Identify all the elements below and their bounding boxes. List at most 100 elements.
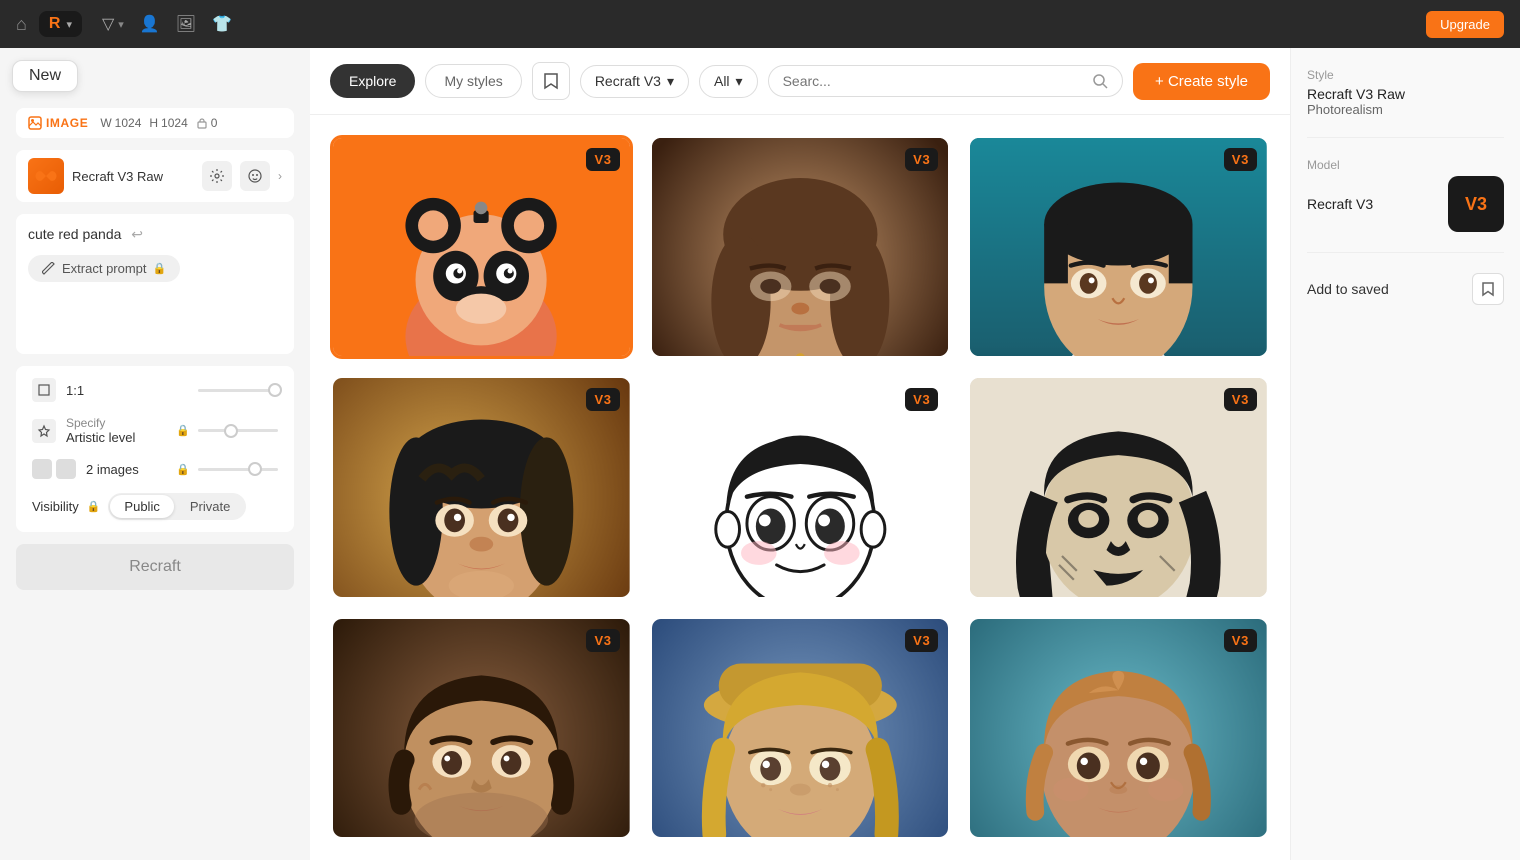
model-thumbnail xyxy=(28,158,64,194)
v3-badge-vector-art: V3 xyxy=(1224,148,1257,171)
v3-badge-linocut: V3 xyxy=(1224,388,1257,411)
style-section-label: Style xyxy=(1307,68,1504,82)
style-card-photorealism[interactable]: V3 Photorealism xyxy=(649,135,952,359)
upgrade-button[interactable]: Upgrade xyxy=(1426,11,1504,38)
width-value[interactable]: 1024 xyxy=(115,116,142,130)
model-dropdown-chevron: ▾ xyxy=(667,73,674,90)
style-card-image-illustration: V3 xyxy=(333,378,630,599)
model-row: Recraft V3 V3 xyxy=(1307,176,1504,232)
style-card-image-realistic-male: V3 xyxy=(333,619,630,840)
public-button[interactable]: Public xyxy=(110,495,173,518)
filter-dropdown[interactable]: All ▾ xyxy=(699,65,758,98)
images-count-label: 2 images xyxy=(86,462,139,477)
blonde-female-portrait xyxy=(652,619,949,840)
v3-badge-line-fill: V3 xyxy=(905,388,938,411)
model-dropdown-label: Recraft V3 xyxy=(595,73,661,89)
style-card-image-photorealism: V3 xyxy=(652,138,949,359)
ratio-label: 1:1 xyxy=(66,383,180,398)
v3-badge-realistic-male: V3 xyxy=(586,629,619,652)
explore-tab[interactable]: Explore xyxy=(330,64,415,98)
style-card-image-vector-art: V3 xyxy=(970,138,1267,359)
topbar: ⌂ R ▾ ▽ ▾ 👤 🖼 👕 Upgrade xyxy=(0,0,1520,48)
add-to-saved-button[interactable] xyxy=(1472,273,1504,305)
height-label: H xyxy=(149,116,158,130)
left-panel: New IMAGE W 1024 H 1024 0 xyxy=(0,48,310,860)
topbar-tools: ▽ ▾ 👤 🖼 👕 xyxy=(102,14,232,34)
search-input[interactable] xyxy=(783,73,1084,89)
style-card-blonde-female[interactable]: V3 xyxy=(649,616,952,840)
prompt-area[interactable]: cute red panda ↩ Extract prompt 🔒 xyxy=(16,214,294,354)
add-to-saved-row: Add to saved xyxy=(1307,273,1504,305)
controls-section: 1:1 Specify Artistic level xyxy=(16,366,294,532)
line-fill-portrait xyxy=(652,378,949,599)
style-card-recraft-v3-raw[interactable]: V3 Recraft V3 Raw xyxy=(330,135,633,359)
image-controls-row: IMAGE W 1024 H 1024 0 xyxy=(16,108,294,138)
model-name: Recraft V3 Raw xyxy=(72,169,163,184)
add-to-saved-label: Add to saved xyxy=(1307,281,1389,297)
face-icon-btn[interactable] xyxy=(240,161,270,191)
image-type-icon: IMAGE xyxy=(28,116,88,130)
user-icon-btn[interactable]: 👤 xyxy=(140,14,160,34)
style-card-image-recraft-v3-raw: V3 xyxy=(333,138,630,359)
logo-button[interactable]: R ▾ xyxy=(39,11,82,37)
main-layout: New IMAGE W 1024 H 1024 0 xyxy=(0,48,1520,860)
style-card-realistic-male[interactable]: V3 xyxy=(330,616,633,840)
images-count-row: 2 images 🔒 xyxy=(32,459,278,479)
photorealism-portrait xyxy=(652,138,949,359)
young-male-portrait xyxy=(970,619,1267,840)
create-style-button[interactable]: + Create style xyxy=(1133,63,1270,100)
apparel-icon-btn[interactable]: 👕 xyxy=(212,14,232,34)
style-card-image-line-fill: V3 xyxy=(652,378,949,599)
images-slider[interactable]: 🔒 xyxy=(176,463,278,476)
style-card-image-young-male: V3 xyxy=(970,619,1267,840)
style-card-image-linocut: V3 xyxy=(970,378,1267,599)
topbar-right: Upgrade xyxy=(1426,11,1504,38)
images-lock-icon: 🔒 xyxy=(176,463,190,476)
style-card-vector-art[interactable]: V3 Vector art xyxy=(967,135,1270,359)
style-card-image-blonde-female: V3 xyxy=(652,619,949,840)
extract-lock-icon: 🔒 xyxy=(153,262,167,275)
v3-badge-blonde-female: V3 xyxy=(905,629,938,652)
style-card-linocut[interactable]: V3 Linocut xyxy=(967,375,1270,599)
model-section-value: Recraft V3 xyxy=(1307,196,1373,212)
model-section: Model Recraft V3 V3 xyxy=(1307,158,1504,232)
artistic-slider[interactable]: 🔒 xyxy=(176,424,278,437)
search-box xyxy=(768,65,1123,97)
vector-art-portrait xyxy=(970,138,1267,359)
v3-badge-photorealism: V3 xyxy=(905,148,938,171)
private-button[interactable]: Private xyxy=(176,495,244,518)
style-section-value: Recraft V3 Raw xyxy=(1307,86,1504,102)
right-divider-1 xyxy=(1307,137,1504,138)
settings-icon-btn[interactable] xyxy=(202,161,232,191)
model-icons xyxy=(202,161,270,191)
height-value[interactable]: 1024 xyxy=(161,116,188,130)
visibility-label: Visibility xyxy=(32,499,79,514)
center-panel: Explore My styles Recraft V3 ▾ All ▾ + C… xyxy=(310,48,1290,860)
model-section-label: Model xyxy=(1307,158,1504,172)
style-card-illustration[interactable]: V3 Illustration xyxy=(330,375,633,599)
filter-icon-btn[interactable]: ▽ ▾ xyxy=(102,14,124,34)
style-card-line-fill[interactable]: V3 Line & Fill xyxy=(649,375,952,599)
model-dropdown[interactable]: Recraft V3 ▾ xyxy=(580,65,689,98)
styles-toolbar: Explore My styles Recraft V3 ▾ All ▾ + C… xyxy=(310,48,1290,115)
linocut-portrait xyxy=(970,378,1267,599)
gallery-icon-btn[interactable]: 🖼 xyxy=(176,14,196,34)
model-selector[interactable]: Recraft V3 Raw › xyxy=(16,150,294,202)
extract-prompt-button[interactable]: Extract prompt 🔒 xyxy=(28,255,180,282)
styles-grid: V3 Recraft V3 Raw xyxy=(310,115,1290,860)
home-icon[interactable]: ⌂ xyxy=(16,14,27,35)
style-section-sub: Photorealism xyxy=(1307,102,1504,117)
v3-badge-recraft-v3-raw: V3 xyxy=(586,148,619,171)
saved-styles-button[interactable] xyxy=(532,62,570,100)
recraft-button[interactable]: Recraft xyxy=(16,544,294,590)
my-styles-tab[interactable]: My styles xyxy=(425,64,521,98)
model-v3-badge: V3 xyxy=(1448,176,1504,232)
artistic-icon xyxy=(32,419,56,443)
ratio-row: 1:1 xyxy=(32,378,278,402)
artistic-lock-icon: 🔒 xyxy=(176,424,190,437)
illustration-portrait xyxy=(333,378,630,599)
width-label: W xyxy=(100,116,111,130)
ratio-slider[interactable] xyxy=(190,389,278,392)
extract-prompt-label: Extract prompt xyxy=(62,261,147,276)
style-card-young-male[interactable]: V3 xyxy=(967,616,1270,840)
